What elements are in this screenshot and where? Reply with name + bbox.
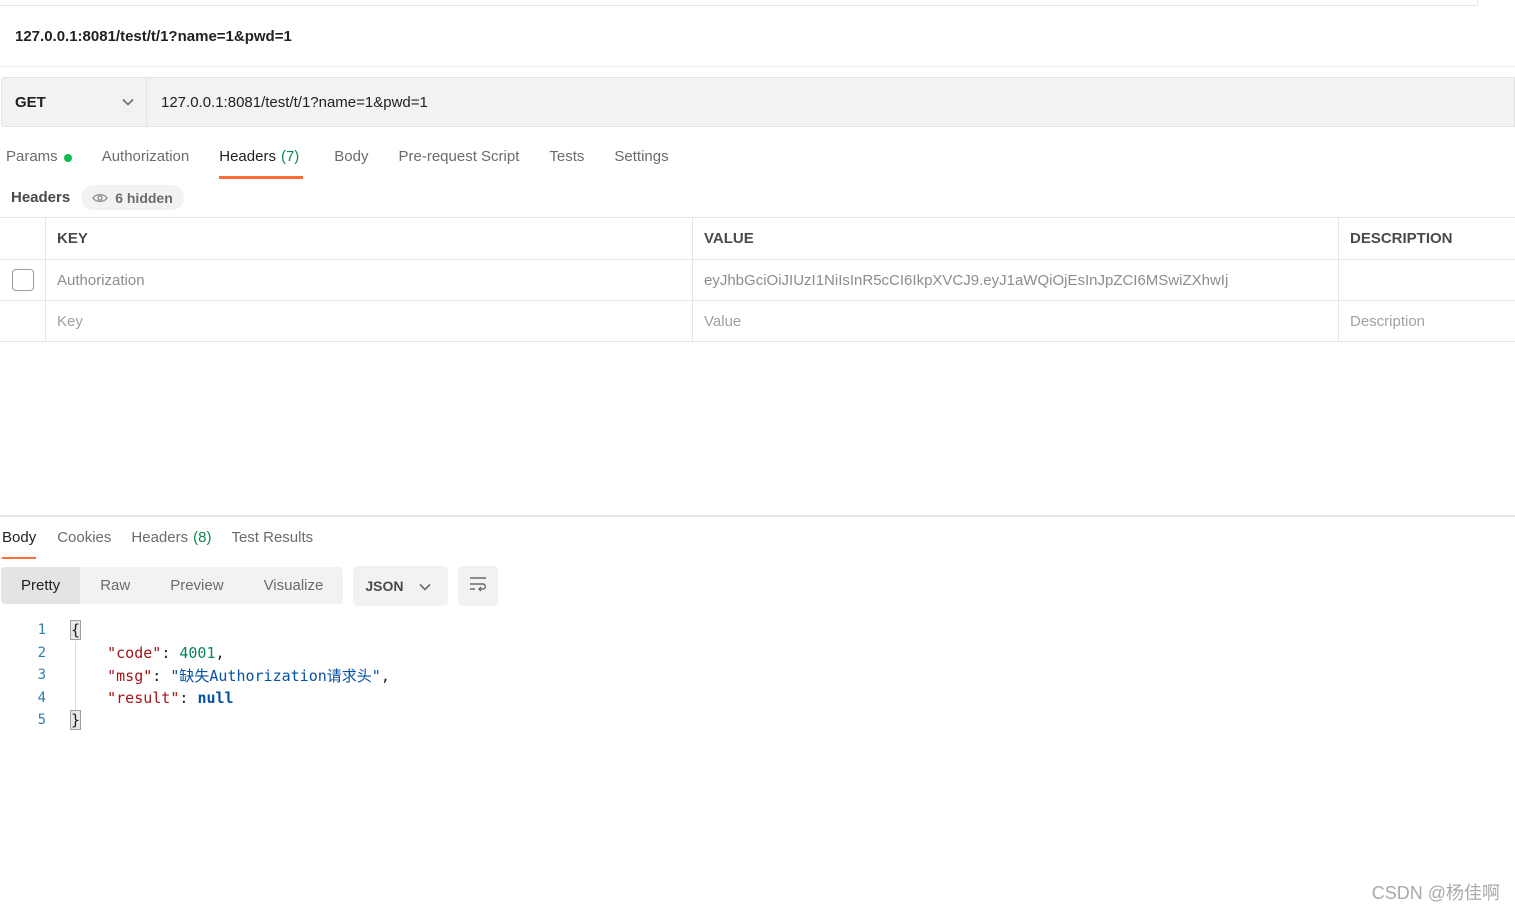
table-header-row: KEY VALUE DESCRIPTION — [0, 217, 1515, 260]
tab-label: Cookies — [57, 529, 112, 546]
mode-pretty-button[interactable]: Pretty — [1, 567, 81, 604]
watermark: CSDN @杨佳啊 — [1371, 883, 1500, 903]
json-comma: , — [215, 643, 225, 662]
eye-icon — [92, 190, 115, 206]
json-comma: , — [380, 666, 390, 685]
headers-section-label: Headers — [11, 189, 71, 206]
json-key: "code" — [107, 643, 162, 662]
tab-authorization[interactable]: Authorization — [102, 146, 190, 178]
tab-label: Body — [334, 148, 369, 165]
request-title[interactable]: 127.0.0.1:8081/test/t/1?name=1&pwd=1 — [15, 28, 292, 45]
tab-label: Authorization — [101, 148, 190, 165]
view-mode-segmented: Pretty Raw Preview Visualize — [1, 567, 344, 604]
tab-params[interactable]: Params — [6, 146, 72, 178]
tab-label: Tests — [549, 148, 585, 165]
tab-pre-request-script[interactable]: Pre-request Script — [399, 146, 520, 178]
new-value-input[interactable]: Value — [693, 301, 1339, 341]
tab-test-results[interactable]: Test Results — [231, 527, 313, 559]
json-key: "msg" — [107, 666, 153, 685]
tab-settings[interactable]: Settings — [614, 146, 668, 178]
line-number: 5 — [37, 712, 46, 729]
chevron-down-icon — [122, 98, 134, 106]
title-divider — [0, 66, 1515, 67]
tab-count: (7) — [280, 148, 300, 165]
request-tabs: Params Authorization Headers (7) Body Pr… — [6, 146, 669, 179]
close-brace: } — [69, 710, 82, 731]
json-key: "result" — [107, 688, 180, 707]
wrap-lines-button[interactable] — [458, 566, 499, 606]
column-header-key: KEY — [46, 218, 693, 259]
hidden-headers-label: 6 hidden — [115, 189, 173, 206]
tab-headers[interactable]: Headers (7) — [219, 146, 304, 179]
url-bar: GET 127.0.0.1:8081/test/t/1?name=1&pwd=1 — [1, 77, 1515, 127]
response-body-code[interactable]: 1 { 2 "code": 4001, 3 "msg": "缺失Authoriz… — [0, 619, 390, 732]
line-number: 1 — [37, 622, 46, 639]
row-checkbox-cell — [0, 260, 46, 300]
mode-visualize-button[interactable]: Visualize — [244, 567, 344, 604]
code-text: } — [69, 710, 82, 731]
method-label: GET — [15, 93, 46, 111]
url-input[interactable]: 127.0.0.1:8081/test/t/1?name=1&pwd=1 — [147, 78, 1514, 126]
params-indicator-dot — [63, 154, 72, 162]
tab-body[interactable]: Body — [334, 146, 368, 178]
row-enable-checkbox[interactable] — [11, 269, 34, 291]
response-tabs: Body Cookies Headers (8) Test Results — [2, 527, 313, 559]
headers-table: KEY VALUE DESCRIPTION Authorization eyJh… — [0, 217, 1515, 342]
tab-label: Headers — [131, 529, 189, 546]
line-number: 2 — [37, 644, 46, 661]
code-line: 3 "msg": "缺失Authorization请求头", — [0, 664, 390, 687]
tab-response-body[interactable]: Body — [2, 527, 37, 559]
checkbox-column-header — [0, 218, 46, 259]
headers-subheader: Headers 6 hidden — [11, 185, 184, 210]
json-number-value: 4001 — [179, 643, 216, 662]
tab-label: Test Results — [231, 529, 314, 546]
header-value-cell[interactable]: eyJhbGciOiJIUzI1NiIsInR5cCI6IkpXVCJ9.eyJ… — [693, 260, 1339, 300]
mode-raw-button[interactable]: Raw — [80, 567, 150, 604]
column-header-value: VALUE — [693, 218, 1339, 259]
code-line: 2 "code": 4001, — [0, 642, 390, 665]
tab-label: Pre-request Script — [398, 148, 520, 165]
mode-preview-button[interactable]: Preview — [150, 567, 243, 604]
row-checkbox-cell — [0, 301, 46, 341]
code-text: "msg": "缺失Authorization请求头", — [107, 666, 390, 685]
tab-label: Params — [6, 148, 58, 165]
line-number: 3 — [37, 667, 46, 684]
chevron-down-icon — [419, 578, 431, 594]
column-header-description: DESCRIPTION — [1350, 230, 1453, 247]
top-panel-edge — [0, 0, 1478, 6]
hidden-headers-toggle[interactable]: 6 hidden — [81, 185, 184, 210]
header-description-cell[interactable] — [1339, 260, 1515, 300]
tab-cookies[interactable]: Cookies — [57, 527, 111, 559]
tab-label: Settings — [614, 148, 669, 165]
table-row-new: Key Value Description — [0, 301, 1515, 342]
tab-count: (8) — [193, 529, 212, 546]
response-format-bar: Pretty Raw Preview Visualize JSON — [1, 566, 499, 606]
code-line: 5 } — [0, 709, 390, 732]
tab-label: Headers — [219, 148, 276, 165]
tab-response-headers[interactable]: Headers (8) — [131, 527, 211, 559]
format-type-select[interactable]: JSON — [353, 566, 449, 606]
response-pane-divider[interactable] — [0, 515, 1515, 517]
open-brace: { — [69, 620, 82, 641]
format-type-label: JSON — [365, 578, 404, 594]
new-description-input[interactable]: Description — [1339, 301, 1515, 341]
new-key-input[interactable]: Key — [46, 301, 693, 341]
tab-label: Body — [2, 529, 37, 546]
code-text: "code": 4001, — [107, 643, 225, 662]
method-select[interactable]: GET — [2, 78, 147, 126]
line-number: 4 — [37, 689, 46, 706]
header-key-cell[interactable]: Authorization — [46, 260, 693, 300]
wrap-lines-icon — [468, 576, 488, 597]
json-string-value: "缺失Authorization请求头" — [170, 666, 381, 685]
code-line: 4 "result": null — [0, 687, 390, 710]
json-null-value: null — [197, 688, 234, 707]
code-text: "result": null — [107, 688, 234, 707]
code-line: 1 { — [0, 619, 390, 642]
code-text: { — [69, 620, 82, 641]
tab-tests[interactable]: Tests — [549, 146, 584, 178]
table-row: Authorization eyJhbGciOiJIUzI1NiIsInR5cC… — [0, 260, 1515, 301]
